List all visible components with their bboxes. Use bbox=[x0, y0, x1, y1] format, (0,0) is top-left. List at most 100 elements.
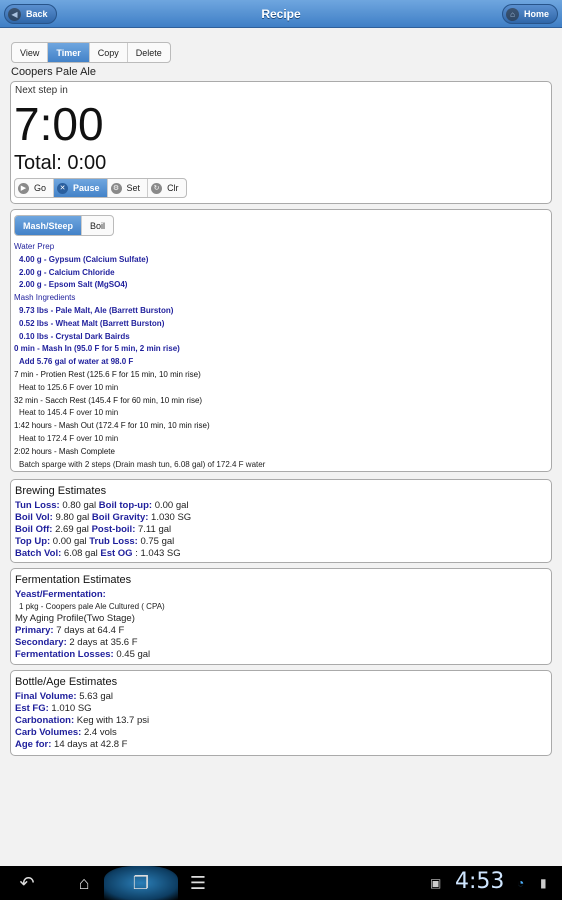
top-up-key: Top Up: bbox=[15, 535, 51, 547]
recipe-name: Coopers Pale Ale bbox=[11, 66, 96, 78]
play-icon: ▶ bbox=[18, 182, 29, 194]
brewing-title: Brewing Estimates bbox=[15, 485, 107, 497]
carbonation-value: Keg with 13.7 psi bbox=[74, 714, 150, 726]
status-clock: 4:53 bbox=[455, 869, 505, 894]
pause-label: Pause bbox=[73, 183, 100, 193]
step-detail: Heat to 125.6 F over 10 min bbox=[19, 382, 119, 392]
go-button[interactable]: ▶ Go bbox=[15, 179, 55, 197]
boil-topup-value: 0.00 gal bbox=[152, 500, 189, 511]
battery-icon: ▮ bbox=[540, 876, 547, 890]
page-title: Recipe bbox=[261, 7, 301, 21]
home-icon: ⌂ bbox=[505, 7, 519, 21]
tab-boil[interactable]: Boil bbox=[82, 216, 113, 235]
next-step-label: Next step in bbox=[15, 85, 68, 96]
tun-loss-key: Tun Loss: bbox=[15, 500, 60, 511]
primary-value: 7 days at 64.4 F bbox=[53, 624, 125, 636]
bottle-rows: Final Volume: 5.63 gal Est FG: 1.010 SG … bbox=[15, 691, 551, 751]
go-label: Go bbox=[34, 183, 47, 193]
carb-volumes-value: 2.4 vols bbox=[81, 726, 117, 738]
ferm-losses-value: 0.45 gal bbox=[113, 648, 151, 660]
boil-vol-key: Boil Vol: bbox=[15, 511, 53, 523]
primary-key: Primary: bbox=[15, 624, 54, 636]
yeast-key: Yeast/Fermentation: bbox=[15, 589, 106, 600]
boil-vol-value: 9.80 gal bbox=[52, 511, 92, 523]
batch-vol-key: Batch Vol: bbox=[15, 547, 62, 559]
steps-list: Water Prep 4.00 g - Gypsum (Calcium Sulf… bbox=[14, 241, 544, 471]
aging-profile: My Aging Profile(Two Stage) bbox=[15, 612, 135, 624]
step-detail: Heat to 145.4 F over 10 min bbox=[19, 408, 119, 418]
clear-label: Clr bbox=[167, 183, 179, 193]
water-prep-title: Water Prep bbox=[14, 242, 55, 251]
header-bar: ◀ Back Recipe ⌂ Home bbox=[0, 0, 562, 28]
timer-controls: ▶ Go ✕ Pause ⚙ Set ↻ Clr bbox=[14, 178, 187, 198]
mash-ingredients-title: Mash Ingredients bbox=[14, 293, 76, 303]
list-item: 2.00 g - Epsom Salt (MgSO4) bbox=[19, 280, 128, 290]
refresh-icon: ↻ bbox=[151, 182, 163, 194]
fermentation-rows: Yeast/Fermentation: 1 pkg - Coopers pale… bbox=[15, 589, 551, 660]
list-item: 0.52 lbs - Wheat Malt (Barrett Burston) bbox=[19, 318, 165, 328]
est-fg-key: Est FG: bbox=[15, 702, 49, 714]
step-tabs: Mash/Steep Boil bbox=[14, 215, 115, 236]
steps-panel: Mash/Steep Boil Water Prep 4.00 g - Gyps… bbox=[10, 209, 552, 472]
set-button[interactable]: ⚙ Set bbox=[108, 179, 149, 197]
home-nav-icon[interactable]: ⌂ bbox=[73, 873, 95, 893]
batch-vol-value: 6.08 gal bbox=[61, 547, 101, 559]
final-volume-value: 5.63 gal bbox=[76, 691, 114, 702]
close-icon: ✕ bbox=[57, 182, 69, 194]
list-item: 2.00 g - Calcium Chloride bbox=[19, 267, 115, 277]
list-item: 4.00 g - Gypsum (Calcium Sulfate) bbox=[19, 254, 149, 264]
tab-delete[interactable]: Delete bbox=[128, 43, 170, 62]
back-nav-icon[interactable]: ↶ bbox=[16, 873, 38, 893]
boil-off-value: 2.69 gal bbox=[52, 523, 92, 535]
brewing-rows: Tun Loss: 0.80 gal Boil top-up: 0.00 gal… bbox=[15, 500, 551, 560]
set-label: Set bbox=[126, 183, 141, 193]
carb-volumes-key: Carb Volumes: bbox=[15, 726, 82, 738]
secondary-key: Secondary: bbox=[15, 636, 67, 648]
boil-gravity-key: Boil Gravity: bbox=[91, 511, 149, 523]
trub-loss-value: 0.75 gal bbox=[137, 535, 175, 547]
wifi-icon: ◔ bbox=[517, 876, 525, 890]
countdown-time: 7:00 bbox=[14, 98, 104, 150]
trub-loss-key: Trub Loss: bbox=[89, 535, 138, 547]
clear-button[interactable]: ↻ Clr bbox=[148, 179, 186, 197]
tab-view[interactable]: View bbox=[12, 43, 49, 62]
step-detail: Heat to 172.4 F over 10 min bbox=[19, 433, 119, 443]
secondary-value: 2 days at 35.6 F bbox=[66, 636, 138, 648]
gear-icon: ⚙ bbox=[110, 182, 122, 194]
post-boil-value: 7.11 gal bbox=[135, 523, 172, 535]
est-fg-value: 1.010 SG bbox=[48, 702, 92, 714]
bottle-title: Bottle/Age Estimates bbox=[15, 676, 118, 688]
step-title: 32 min - Sacch Rest (145.4 F for 60 min,… bbox=[14, 395, 203, 405]
pause-button[interactable]: ✕ Pause bbox=[54, 179, 108, 197]
mash-in-title: 0 min - Mash In (95.0 F for 5 min, 2 min… bbox=[14, 344, 180, 354]
timer-panel: Next step in 7:00 Total: 0:00 ▶ Go ✕ Pause… bbox=[10, 81, 552, 204]
est-og-key: Est OG bbox=[100, 547, 133, 559]
step-detail: Batch sparge with 2 steps (Drain mash tu… bbox=[19, 459, 266, 469]
age-for-value: 14 days at 42.8 F bbox=[51, 738, 128, 750]
gallery-icon[interactable]: ▣ bbox=[430, 876, 441, 890]
mash-in-detail: Add 5.76 gal of water at 98.0 F bbox=[19, 357, 134, 367]
boil-topup-key: Boil top-up: bbox=[98, 500, 153, 511]
home-label: Home bbox=[523, 9, 549, 19]
home-button[interactable]: ⌂ Home bbox=[501, 4, 558, 24]
recent-apps-icon[interactable]: ❐ bbox=[130, 873, 152, 893]
step-title: 7 min - Protien Rest (125.6 F for 15 min… bbox=[14, 369, 201, 379]
yeast-value: 1 pkg - Coopers pale Ale Cultured ( CPA) bbox=[19, 601, 165, 611]
tun-loss-value: 0.80 gal bbox=[59, 500, 99, 511]
total-time: Total: 0:00 bbox=[14, 152, 107, 174]
est-og-value: : 1.043 SG bbox=[132, 547, 181, 559]
tab-timer[interactable]: Timer bbox=[48, 43, 90, 62]
tab-mash-steep[interactable]: Mash/Steep bbox=[15, 216, 83, 235]
tab-copy[interactable]: Copy bbox=[90, 43, 128, 62]
bottle-age-estimates-panel: Bottle/Age Estimates Final Volume: 5.63 … bbox=[10, 670, 552, 756]
top-up-value: 0.00 gal bbox=[50, 535, 90, 547]
carbonation-key: Carbonation: bbox=[15, 714, 75, 726]
list-item: 0.10 lbs - Crystal Dark Bairds bbox=[19, 331, 130, 341]
age-for-key: Age for: bbox=[15, 738, 52, 750]
list-item: 9.73 lbs - Pale Malt, Ale (Barrett Burst… bbox=[19, 305, 174, 315]
post-boil-key: Post-boil: bbox=[91, 523, 136, 535]
system-navbar: ↶ ⌂ ❐ ☰ ▣ 4:53 ◔ ▮ bbox=[0, 866, 562, 900]
menu-icon[interactable]: ☰ bbox=[187, 873, 209, 893]
step-title: 1:42 hours - Mash Out (172.4 F for 10 mi… bbox=[14, 421, 210, 431]
final-volume-key: Final Volume: bbox=[15, 691, 77, 702]
